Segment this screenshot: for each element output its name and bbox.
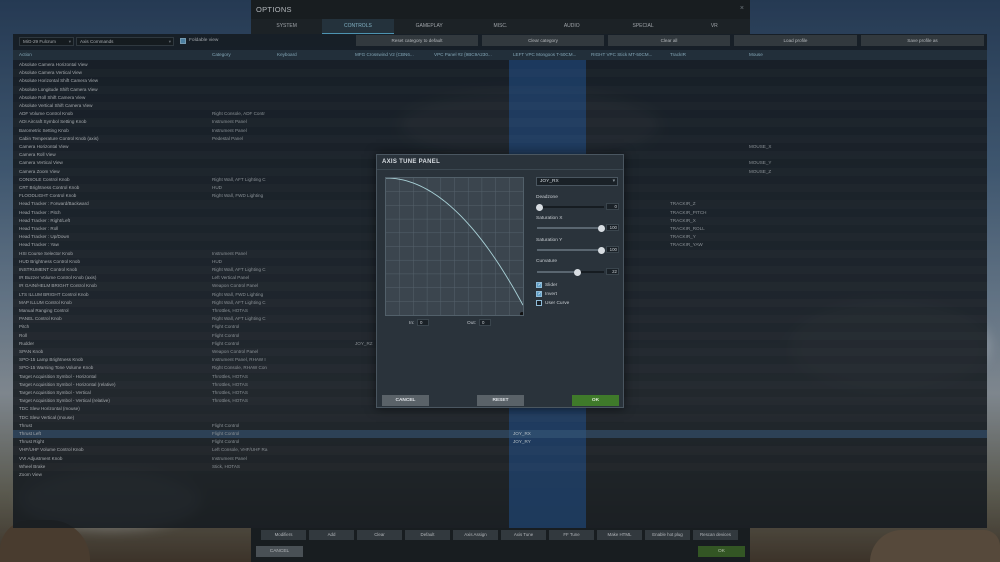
saturation-y-label: Saturation Y [536,238,563,243]
curvature-label: Curvature [536,259,558,264]
saturation-y-slider[interactable] [537,246,605,254]
in-label: In: [409,321,415,326]
curve-position-marker [520,312,523,315]
axis-tune-ok-button[interactable]: OK [572,395,619,406]
out-label: Out: [467,321,477,326]
slider-checkbox-box[interactable] [536,282,542,288]
axis-curve-graph [385,177,524,316]
curvature-slider-fill [537,271,577,273]
saturation-y-value[interactable]: 100 [606,246,619,253]
axis-select[interactable]: JOY_RX ▾ [536,177,618,186]
saturation-y-slider-knob[interactable] [598,246,605,254]
out-value: 0 [479,319,491,326]
axis-tune-reset-button[interactable]: RESET [477,395,524,406]
in-value: 0 [417,319,429,326]
axis-tune-panel: AXIS TUNE PANEL In: 0 Out: 0 JOY_RX ▾ De… [376,154,624,408]
user-curve-checkbox-box[interactable] [536,300,542,306]
invert-checkbox-box[interactable] [536,291,542,297]
curvature-value[interactable]: 22 [606,268,619,275]
saturation-x-value[interactable]: 100 [606,224,619,231]
curve-svg [386,178,523,315]
deadzone-slider[interactable] [536,203,604,211]
saturation-x-slider-knob[interactable] [598,224,605,232]
axis-tune-cancel-button[interactable]: CANCEL [382,395,429,406]
user-curve-checkbox-label: User Curve [545,300,570,306]
deadzone-value[interactable]: 0 [606,203,619,210]
divider [377,169,623,170]
axis-select-value: JOY_RX [540,179,559,184]
modal-title: AXIS TUNE PANEL [382,159,441,165]
saturation-x-label: Saturation X [536,216,563,221]
deadzone-label: Deadzone [536,195,558,200]
slider-checkbox-label: Slider [545,282,558,288]
deadzone-slider-knob[interactable] [536,203,543,211]
saturation-x-slider-fill [537,227,604,229]
saturation-y-slider-fill [537,249,604,251]
chevron-down-icon: ▾ [612,179,615,184]
saturation-x-slider[interactable] [537,224,605,232]
invert-checkbox-label: Invert [545,291,557,297]
curvature-slider-knob[interactable] [574,268,581,276]
curvature-slider[interactable] [537,268,604,276]
